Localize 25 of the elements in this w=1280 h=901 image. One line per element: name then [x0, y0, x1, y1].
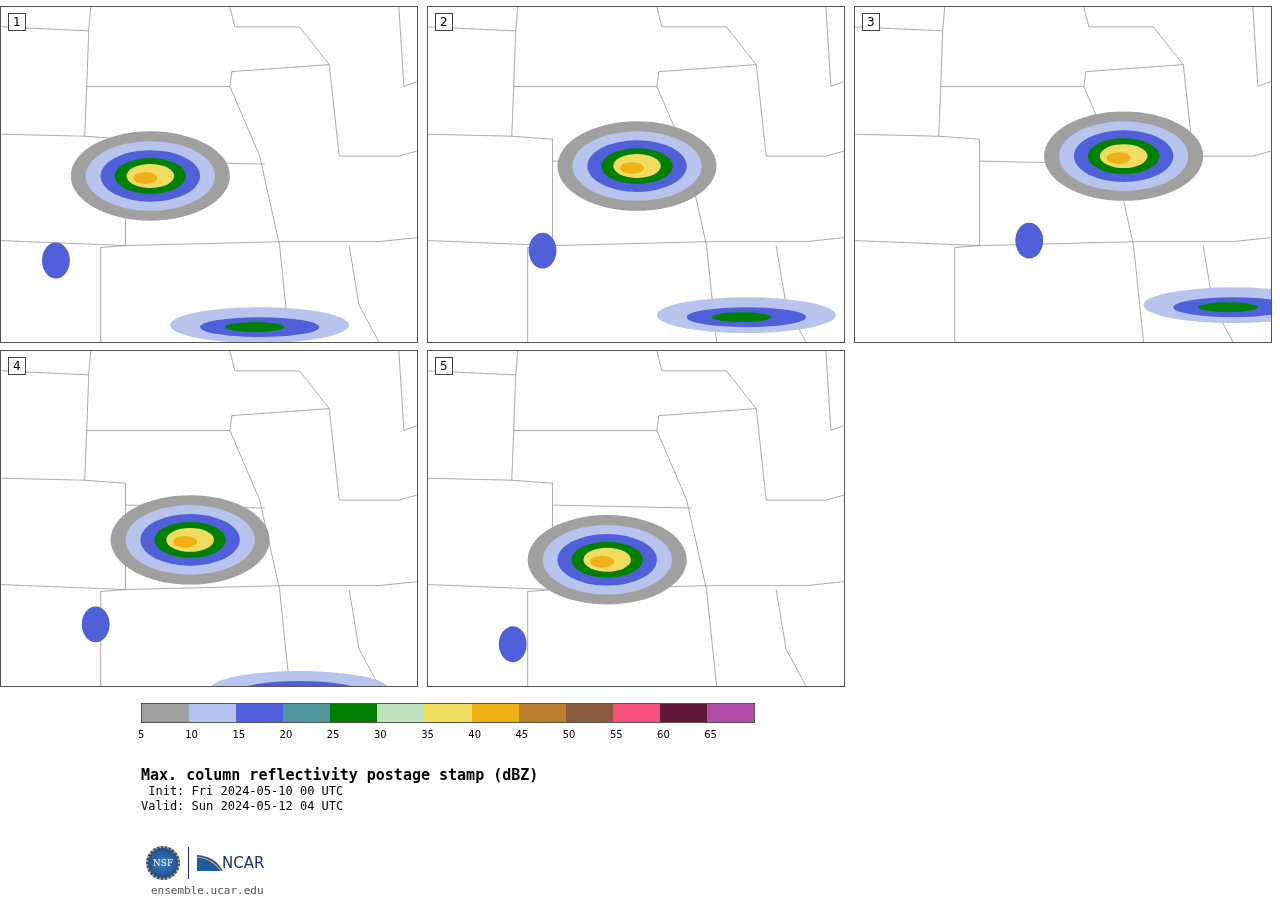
tick-label: 45	[515, 729, 530, 740]
valid-time: Valid: Sun 2024-05-12 04 UTC	[141, 799, 345, 814]
tick-label: 30	[373, 729, 388, 740]
panel-number: 5	[435, 357, 453, 375]
tick-label: 65	[704, 729, 718, 740]
tick-label: 50	[562, 729, 577, 740]
website-url: ensemble.ucar.edu	[151, 884, 265, 897]
panel-number: 1	[8, 13, 26, 31]
tick-label: 15	[232, 729, 247, 740]
panel-number: 4	[8, 357, 26, 375]
tick-label: 25	[326, 729, 341, 740]
tick-label: 5	[138, 729, 146, 740]
panel-number: 3	[862, 13, 880, 31]
tick-label: 40	[468, 729, 483, 740]
ncar-logo: NCAR	[222, 854, 265, 872]
tick-label: 10	[185, 729, 199, 740]
swoosh-icon	[197, 853, 223, 873]
tick-label: 20	[279, 729, 294, 740]
tick-label: 60	[657, 729, 671, 740]
tick-label: 55	[609, 729, 624, 740]
tick-label: 35	[421, 729, 435, 740]
init-time: Init: Fri 2024-05-10 00 UTC	[147, 784, 345, 799]
chart-title: Max. column reflectivity postage stamp (dBZ)	[141, 766, 540, 784]
nsf-logo: NSF	[146, 846, 180, 880]
panel-number: 2	[435, 13, 453, 31]
